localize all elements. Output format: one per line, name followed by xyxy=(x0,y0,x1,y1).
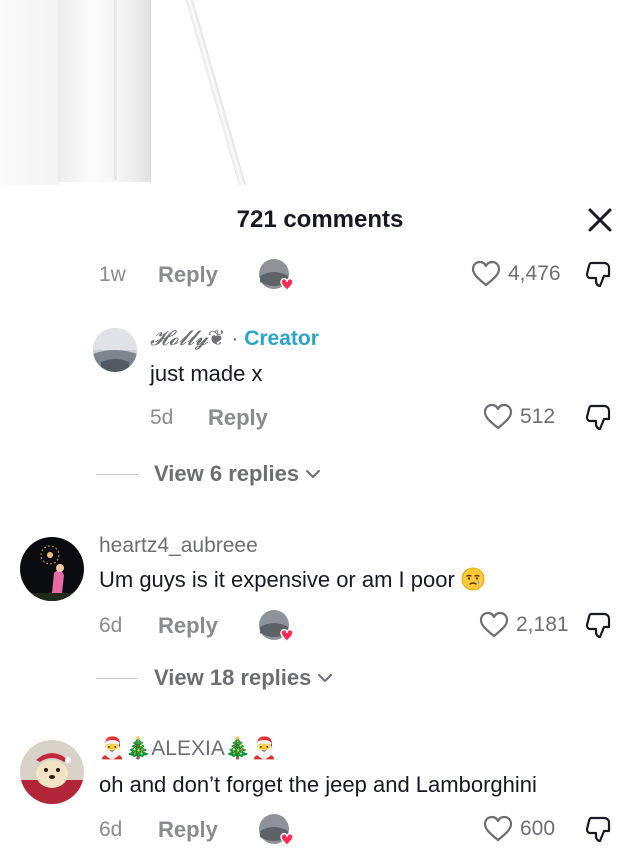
white-pole-shape xyxy=(183,0,247,185)
like-count: 4,476 xyxy=(508,262,561,285)
dislike-thumb-icon[interactable] xyxy=(583,402,615,434)
view-replies-button[interactable]: View 6 replies xyxy=(96,461,321,487)
white-panel-shape xyxy=(58,0,151,182)
like-button[interactable]: 4,476 xyxy=(470,258,561,290)
like-count: 600 xyxy=(520,817,556,840)
comment-time: 5d xyxy=(150,406,174,429)
heart-outline-icon xyxy=(471,260,501,287)
reply-button[interactable]: Reply xyxy=(158,262,218,288)
view-replies-button[interactable]: View 18 replies xyxy=(96,665,333,691)
reply-button[interactable]: Reply xyxy=(158,613,218,639)
avatar[interactable] xyxy=(20,537,84,601)
avatar[interactable] xyxy=(93,328,137,372)
comment-time: 6d xyxy=(99,614,123,637)
creator-badge: Creator xyxy=(244,327,319,350)
comments-screen: 721 comments 1w Reply 4,476 𝓗𝓸𝓵𝓵𝔂❦ · Cre… xyxy=(0,0,640,853)
comment-username[interactable]: heartz4_aubreee xyxy=(99,534,258,558)
video-preview-image[interactable] xyxy=(0,0,640,185)
comment-username[interactable]: 𝓗𝓸𝓵𝓵𝔂❦ · Creator xyxy=(150,326,319,351)
chevron-down-icon xyxy=(318,674,333,682)
comments-count-title: 721 comments xyxy=(236,206,404,233)
creator-liked-avatar-icon xyxy=(258,258,294,294)
comment-time: 6d xyxy=(99,818,123,841)
like-button[interactable]: 600 xyxy=(482,813,555,845)
dislike-thumb-icon[interactable] xyxy=(583,610,615,642)
reply-button[interactable]: Reply xyxy=(158,817,218,843)
comment-text: Um guys is it expensive or am I poor xyxy=(99,567,485,593)
heart-outline-icon xyxy=(483,815,513,842)
close-icon[interactable] xyxy=(584,204,616,236)
comment-username[interactable]: 🎅🎄ALEXIA🎄🎅 xyxy=(99,737,277,761)
creator-liked-avatar-icon xyxy=(258,813,294,849)
heart-outline-icon xyxy=(479,611,509,638)
like-count: 2,181 xyxy=(516,613,569,636)
dislike-thumb-icon[interactable] xyxy=(583,259,615,291)
comment-text: oh and don’t forget the jeep and Lamborg… xyxy=(99,772,537,797)
reply-button[interactable]: Reply xyxy=(208,405,268,431)
like-button[interactable]: 2,181 xyxy=(478,609,569,641)
chevron-down-icon xyxy=(306,470,321,478)
crying-face-emoji xyxy=(461,567,485,591)
like-button[interactable]: 512 xyxy=(482,401,555,433)
avatar[interactable] xyxy=(20,740,84,804)
dislike-thumb-icon[interactable] xyxy=(583,814,615,846)
creator-liked-avatar-icon xyxy=(258,609,294,645)
heart-outline-icon xyxy=(483,403,513,430)
comment-text: just made x xyxy=(150,361,263,386)
like-count: 512 xyxy=(520,405,556,428)
comment-time: 1w xyxy=(99,263,126,286)
